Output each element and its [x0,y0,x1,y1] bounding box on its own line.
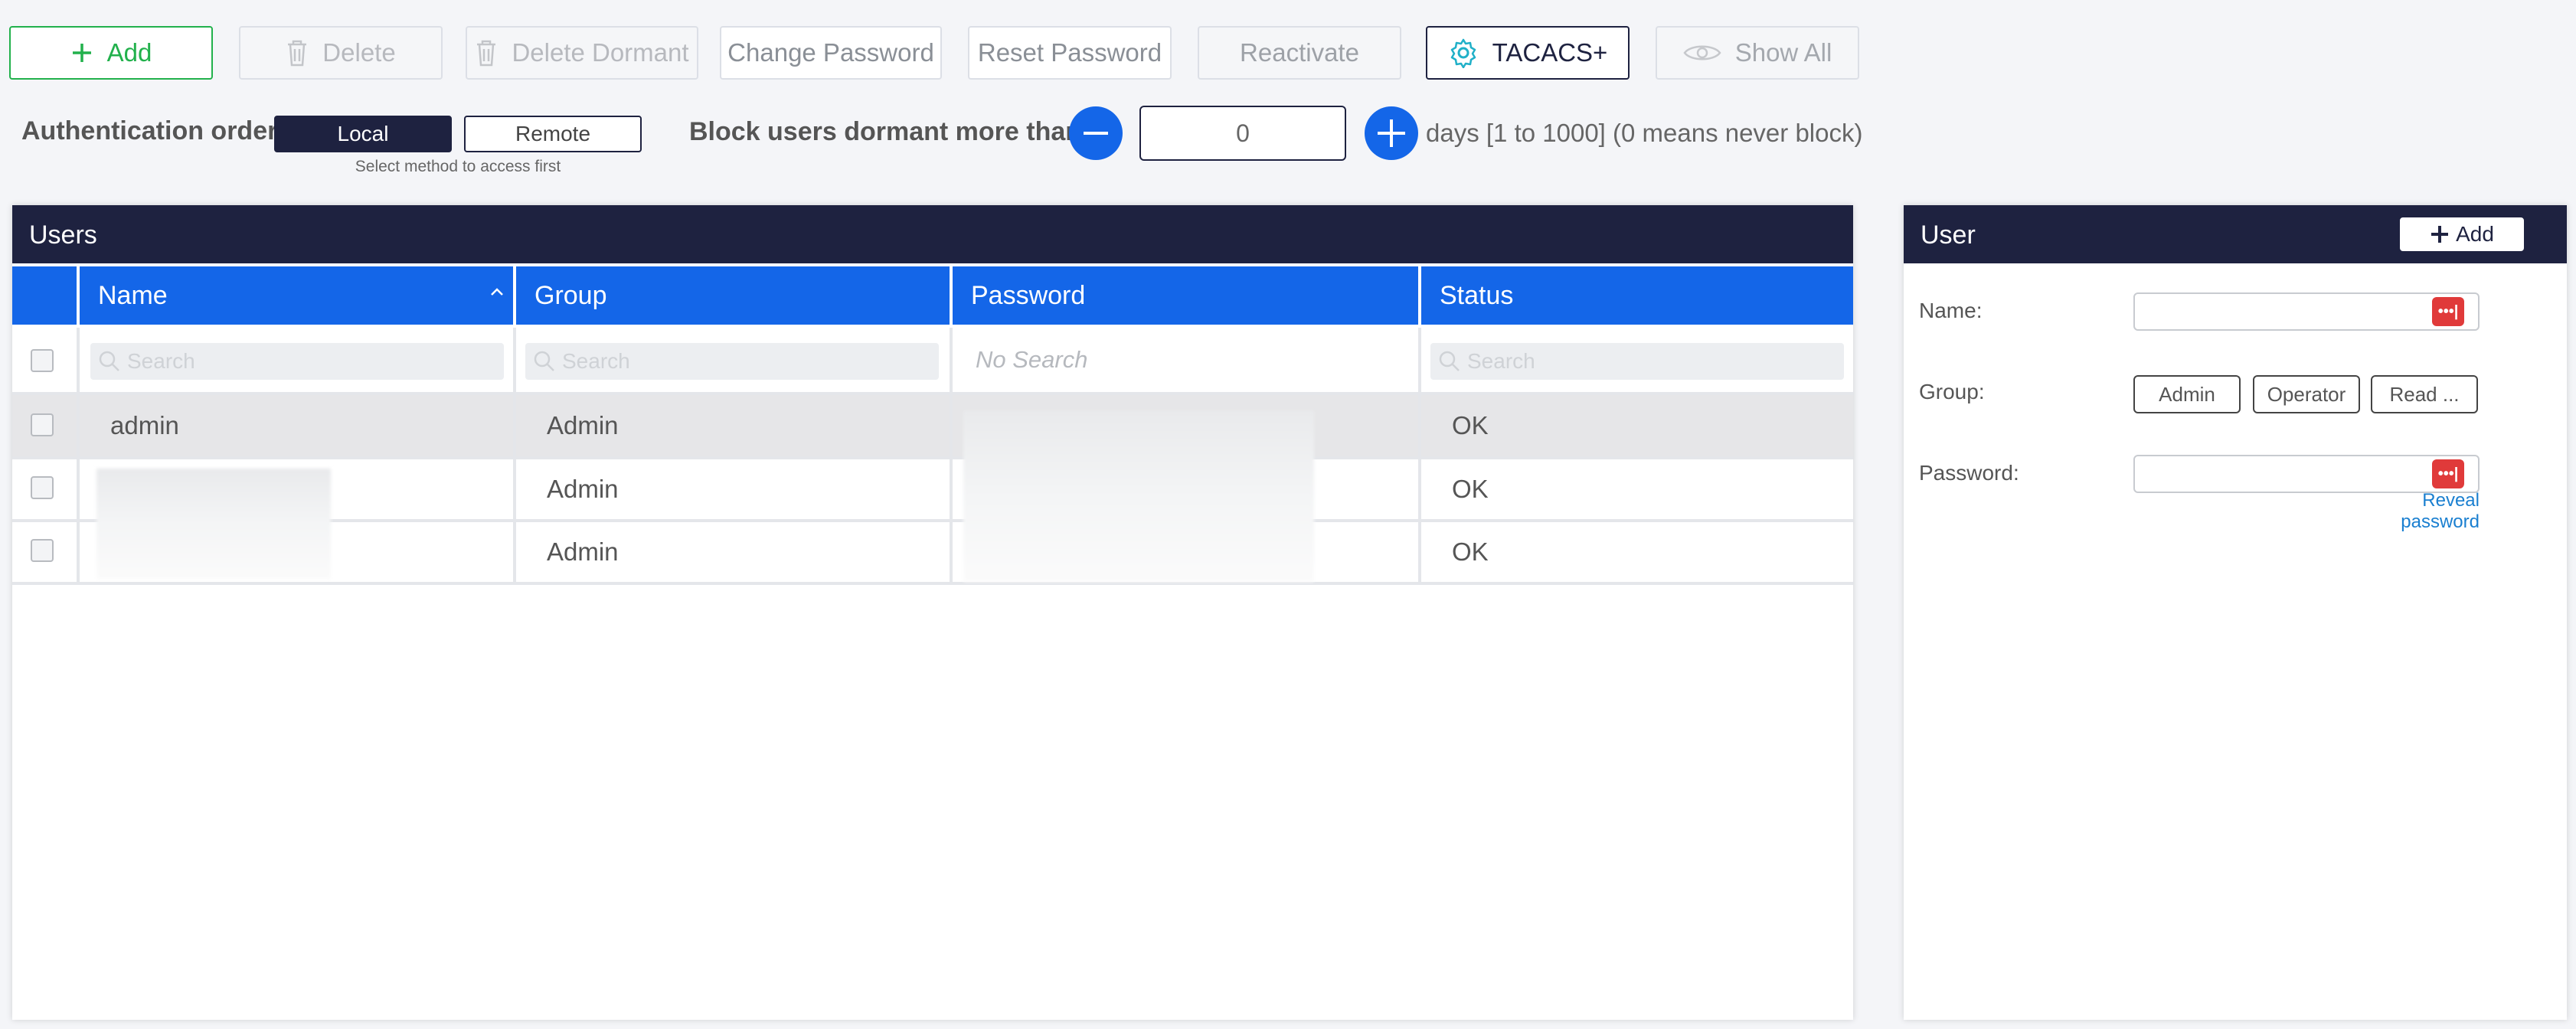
search-icon [1439,351,1460,371]
table-row[interactable]: admin Admin OK [12,395,1853,456]
password-label: Password: [1919,461,2019,485]
row-checkbox[interactable] [31,413,54,436]
show-all-button[interactable]: Show All [1656,26,1859,80]
sort-up-icon [491,288,503,296]
status-search-placeholder: Search [1467,349,1535,373]
column-header-password[interactable]: Password [953,266,1418,325]
column-header-status[interactable]: Status [1421,266,1853,325]
trash-icon [477,40,496,67]
row-group: Admin [547,411,619,439]
column-header-group[interactable]: Group [516,266,950,325]
column-header-password-label: Password [971,280,1086,310]
tacacs-label: TACACS+ [1492,38,1608,67]
name-field[interactable]: •••| [2133,292,2480,331]
delete-button-label: Delete [322,38,396,67]
decrement-button[interactable] [1069,106,1123,160]
search-icon [99,351,119,371]
column-header-name-label: Name [98,280,168,310]
gear-icon [1450,38,1476,68]
select-all-checkbox[interactable] [31,349,54,372]
row-divider [12,456,1853,459]
name-search-input[interactable]: Search [90,343,504,380]
column-divider [950,328,953,583]
eye-icon [1683,45,1721,60]
row-status: OK [1452,475,1489,503]
password-manager-icon[interactable]: •••| [2432,459,2464,488]
users-panel-title: Users [29,220,97,250]
row-divider [12,392,1853,395]
select-all-header[interactable] [12,266,77,325]
change-password-button[interactable]: Change Password [720,26,942,80]
reveal-password-link[interactable]: Reveal password [2339,490,2480,533]
reset-password-label: Reset Password [977,38,1162,67]
group-search-placeholder: Search [562,349,630,373]
trash-icon [288,40,307,67]
user-add-button[interactable]: Add [2398,216,2525,253]
authentication-order-label: Authentication order [21,116,278,145]
reactivate-label: Reactivate [1240,38,1359,67]
user-panel-title: User [1921,220,1976,250]
delete-dormant-button[interactable]: Delete Dormant [466,26,698,80]
dormant-days-input[interactable]: 0 [1139,106,1346,161]
password-field[interactable]: •••| [2133,455,2480,493]
delete-dormant-label: Delete Dormant [512,38,689,67]
change-password-label: Change Password [727,38,934,67]
column-divider [77,328,80,583]
plus-icon [2431,226,2449,243]
column-header-name[interactable]: Name [80,266,513,325]
name-label: Name: [1919,299,1983,322]
search-row: Search Search No Search Search [12,328,1853,392]
users-panel-header: Users [12,205,1853,263]
status-search-input[interactable]: Search [1430,343,1844,380]
name-search-placeholder: Search [127,349,195,373]
add-button[interactable]: Add [9,26,213,80]
column-divider [513,328,516,583]
column-header-group-label: Group [534,280,607,310]
dormant-days-hint: days [1 to 1000] (0 means never block) [1426,119,1863,147]
row-status: OK [1452,537,1489,566]
minus-icon [1084,132,1108,135]
group-search-input[interactable]: Search [525,343,939,380]
show-all-label: Show All [1734,38,1832,67]
row-name: admin [110,411,179,439]
row-group: Admin [547,475,619,503]
user-panel: User Add Name: •••| Group: Password: •••… [1904,205,2567,1020]
auth-local-toggle[interactable]: Local [274,116,452,152]
row-checkbox[interactable] [31,476,54,499]
reset-password-button[interactable]: Reset Password [968,26,1172,80]
auth-order-hint: Select method to access first [355,158,561,175]
tacacs-button[interactable]: TACACS+ [1426,26,1630,80]
auth-remote-toggle[interactable]: Remote [464,116,642,152]
row-status: OK [1452,411,1489,439]
password-manager-icon[interactable]: •••| [2432,297,2464,326]
delete-button[interactable]: Delete [239,26,443,80]
block-dormant-label: Block users dormant more than [689,117,1082,146]
column-header-status-label: Status [1440,280,1514,310]
redacted-passwords [963,410,1314,582]
user-add-label: Add [2456,222,2494,246]
password-no-search: No Search [976,346,1088,373]
reactivate-button[interactable]: Reactivate [1198,26,1401,80]
row-divider [12,582,1853,585]
add-button-label: Add [106,38,152,67]
user-panel-header: User Add [1904,205,2567,263]
column-divider [1418,328,1421,583]
row-group: Admin [547,537,619,566]
plus-icon [72,44,91,62]
redacted-names [96,469,331,579]
group-option-admin[interactable]: Admin [2133,375,2241,413]
increment-button[interactable] [1365,106,1418,160]
group-option-operator[interactable]: Operator [2253,375,2360,413]
users-panel: Users Name Group Password Status Search … [12,205,1853,1020]
plus-icon [1378,119,1405,147]
search-icon [534,351,554,371]
group-option-read[interactable]: Read ... [2371,375,2478,413]
row-checkbox[interactable] [31,539,54,562]
group-label: Group: [1919,380,1985,403]
